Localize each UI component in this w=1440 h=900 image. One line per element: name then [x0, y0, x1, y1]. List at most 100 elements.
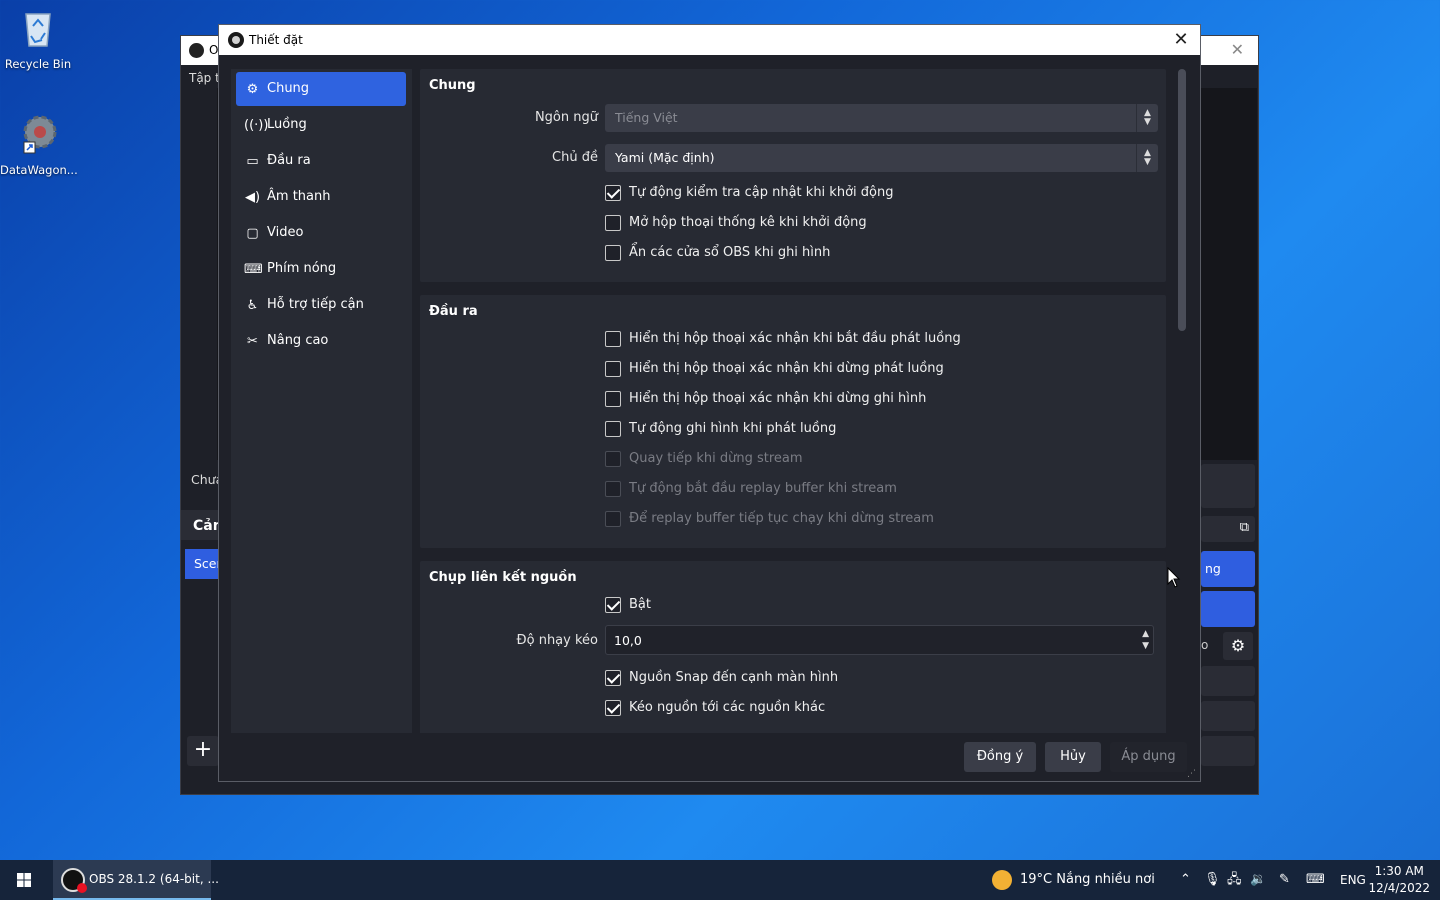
weather-icon — [992, 869, 1012, 890]
nav-item-stream[interactable]: ((·)) Luồng — [236, 108, 406, 142]
checkbox[interactable] — [605, 391, 621, 407]
nav-item-accessibility[interactable]: ♿ Hỗ trợ tiếp cận — [236, 288, 406, 322]
scrollbar-thumb[interactable] — [1178, 69, 1186, 331]
microphone-icon[interactable]: 🎙 — [1204, 860, 1221, 900]
settings-content: Chung Ngôn ngữ Tiếng Việt ▲ ▼ Chủ đề Yami… — [420, 69, 1166, 733]
weather-widget[interactable]: 19°C Nắng nhiều nơi — [992, 860, 1155, 900]
chevron-updown-icon: ▲ ▼ — [1136, 104, 1158, 132]
start-streaming-button[interactable]: ng — [1201, 551, 1255, 587]
nav-item-general[interactable]: ⚙ Chung — [236, 72, 406, 106]
dialog-title: Thiết đặt — [249, 33, 303, 47]
controls-dock-header: ⧉ — [1201, 516, 1255, 542]
check-label: Quay tiếp khi dừng stream — [629, 451, 803, 466]
pen-icon[interactable]: ✎ — [1279, 860, 1290, 900]
settings-button[interactable] — [1201, 701, 1255, 731]
check-label: Để replay buffer tiếp tục chạy khi dừng … — [629, 511, 934, 526]
check-label: Mở hộp thoại thống kê khi khởi động — [629, 215, 867, 230]
resize-grip-icon[interactable]: ⋰ — [1187, 769, 1196, 779]
check-label: Ẩn các cửa sổ OBS khi ghi hình — [629, 245, 831, 260]
close-icon[interactable]: ✕ — [1231, 40, 1244, 59]
taskbar-obs-app[interactable]: OBS 28.1.2 (64-bit, ... — [53, 860, 219, 900]
virtual-camera-row: o ⚙ — [1201, 632, 1255, 662]
desktop-icon-recycle-bin[interactable]: Recycle Bin — [0, 6, 76, 71]
check-label: Tự động kiểm tra cập nhật khi khởi động — [629, 185, 894, 200]
nav-item-audio[interactable]: ◀) Âm thanh — [236, 180, 406, 214]
tools-icon: ✂ — [247, 334, 258, 349]
start-recording-button[interactable] — [1201, 591, 1255, 627]
desktop-icon-label: DataWagon... — [0, 163, 78, 177]
monitor-icon: ▢ — [246, 226, 259, 241]
checkbox-checked[interactable] — [605, 700, 621, 716]
speaker-icon: ◀) — [244, 190, 261, 205]
spin-arrows-icon[interactable]: ▲ ▼ — [1142, 628, 1149, 652]
input-language[interactable]: ENG — [1340, 860, 1366, 900]
scenes-panel-title: Cản — [181, 510, 223, 540]
tray-chevron-up-icon[interactable]: ⌃ — [1180, 860, 1191, 900]
taskbar-clock[interactable]: 1:30 AM 12/4/2022 — [1368, 863, 1430, 897]
windows-logo-icon — [17, 873, 31, 887]
nav-item-label: Nâng cao — [267, 333, 329, 348]
nav-item-hotkeys[interactable]: ⌨ Phím nóng — [236, 252, 406, 286]
nav-item-label: Chung — [267, 81, 310, 96]
taskbar: OBS 28.1.2 (64-bit, ... 19°C Nắng nhiều … — [0, 860, 1440, 900]
accessibility-icon: ♿ — [246, 298, 259, 313]
checkbox[interactable] — [605, 331, 621, 347]
chevron-updown-icon: ▲ ▼ — [1136, 144, 1158, 172]
nav-item-label: Hỗ trợ tiếp cận — [267, 297, 364, 312]
settings-sidebar: ⚙ Chung ((·)) Luồng ▭ Đầu ra ◀) Âm thanh… — [231, 69, 412, 733]
recycle-bin-icon — [25, 13, 51, 47]
obs-logo-icon — [189, 43, 204, 58]
gear-icon[interactable]: ⚙ — [1223, 632, 1253, 660]
mouse-cursor-icon — [1167, 567, 1181, 588]
network-icon[interactable]: 🖧 — [1227, 860, 1242, 900]
nav-item-video[interactable]: ▢ Video — [236, 216, 406, 250]
start-button[interactable] — [0, 860, 48, 900]
theme-value: Yami (Mặc định) — [615, 150, 715, 165]
nav-item-label: Video — [267, 225, 304, 240]
checkbox-disabled — [605, 481, 621, 497]
nav-item-label: Luồng — [267, 117, 307, 132]
desktop-icon-datawagon[interactable]: DataWagon... — [0, 112, 78, 177]
checkbox[interactable] — [605, 245, 621, 261]
gear-shortcut-icon — [23, 115, 57, 154]
keyboard-icon[interactable]: ⌨ — [1306, 860, 1325, 900]
exit-button[interactable] — [1201, 736, 1255, 766]
check-label: Hiển thị hộp thoại xác nhận khi dừng phá… — [629, 361, 944, 376]
weather-text: 19°C Nắng nhiều nơi — [1020, 872, 1155, 887]
studio-mode-button[interactable] — [1201, 666, 1255, 696]
clock-date: 12/4/2022 — [1368, 881, 1430, 895]
keyboard-icon: ⌨ — [244, 262, 263, 277]
checkbox-checked[interactable] — [605, 597, 621, 613]
checkbox-disabled — [605, 511, 621, 527]
add-scene-button[interactable]: + — [187, 736, 219, 766]
volume-icon[interactable]: 🔉 — [1250, 860, 1266, 900]
group-output: Đầu ra Hiển thị hộp thoại xác nhận khi b… — [420, 295, 1166, 548]
checkbox-checked[interactable] — [605, 670, 621, 686]
obs-logo-icon — [228, 32, 244, 48]
virtual-camera-label: o — [1201, 638, 1209, 652]
close-button[interactable]: ✕ — [1168, 27, 1194, 53]
nav-item-advanced[interactable]: ✂ Nâng cao — [236, 324, 406, 358]
checkbox[interactable] — [605, 361, 621, 377]
ok-button[interactable]: Đồng ý — [964, 742, 1036, 772]
language-select[interactable]: Tiếng Việt ▲ ▼ — [605, 104, 1158, 132]
settings-dialog: Thiết đặt ✕ ⚙ Chung ((·)) Luồng ▭ Đầu ra… — [218, 24, 1201, 782]
group-snapping: Chụp liên kết nguồn Bật Độ nhạy kéo 10,0… — [420, 561, 1166, 733]
group-title: Chung — [429, 78, 476, 93]
sensitivity-spinbox[interactable]: 10,0 ▲ ▼ — [605, 625, 1154, 655]
check-label: Tự động bắt đầu replay buffer khi stream — [629, 481, 897, 496]
cancel-button[interactable]: Hủy — [1045, 742, 1101, 772]
checkbox[interactable] — [605, 215, 621, 231]
content-scrollbar[interactable] — [1177, 69, 1187, 733]
sensitivity-label: Độ nhạy kéo — [516, 633, 598, 648]
undock-icon[interactable]: ⧉ — [1240, 520, 1249, 535]
obs-side-panel — [1201, 464, 1255, 508]
checkbox[interactable] — [605, 421, 621, 437]
checkbox-checked[interactable] — [605, 185, 621, 201]
apply-button[interactable]: Áp dụng — [1110, 742, 1187, 772]
clock-time: 1:30 AM — [1374, 864, 1424, 878]
gear-icon: ⚙ — [246, 82, 259, 97]
theme-select[interactable]: Yami (Mặc định) ▲ ▼ — [605, 144, 1158, 172]
check-label: Hiển thị hộp thoại xác nhận khi bắt đầu … — [629, 331, 961, 346]
nav-item-output[interactable]: ▭ Đầu ra — [236, 144, 406, 178]
